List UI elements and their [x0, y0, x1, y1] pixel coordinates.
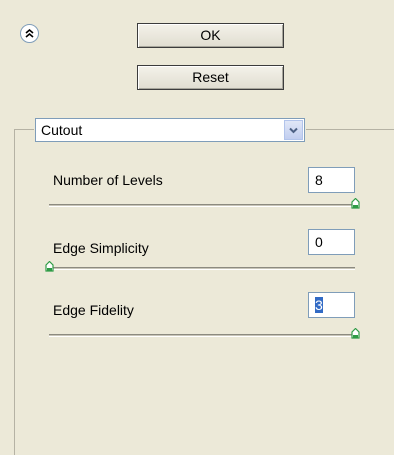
collapse-button[interactable]	[20, 24, 39, 43]
group-border	[306, 129, 394, 130]
group-border	[14, 129, 34, 130]
edge-simplicity-slider[interactable]	[49, 267, 355, 270]
number-of-levels-slider-thumb[interactable]	[350, 198, 360, 209]
number-of-levels-slider[interactable]	[49, 204, 355, 207]
reset-button[interactable]: Reset	[137, 65, 284, 90]
number-of-levels-field[interactable]: 8	[308, 167, 355, 193]
group-border	[14, 129, 15, 455]
filter-select-value: Cutout	[41, 122, 83, 138]
edge-fidelity-value: 3	[315, 297, 323, 313]
edge-simplicity-slider-thumb[interactable]	[44, 261, 54, 272]
chevron-down-icon	[289, 127, 298, 133]
edge-fidelity-slider[interactable]	[49, 334, 355, 337]
number-of-levels-label: Number of Levels	[53, 172, 163, 188]
edge-simplicity-field[interactable]: 0	[308, 229, 355, 255]
edge-fidelity-label: Edge Fidelity	[53, 302, 134, 318]
edge-simplicity-label: Edge Simplicity	[53, 240, 149, 256]
ok-button[interactable]: OK	[137, 23, 284, 48]
edge-fidelity-slider-thumb[interactable]	[350, 328, 360, 339]
double-chevron-up-icon	[25, 28, 34, 38]
dropdown-arrow[interactable]	[284, 120, 303, 140]
filter-select[interactable]: Cutout	[35, 118, 305, 142]
edge-fidelity-field[interactable]: 3	[308, 292, 355, 318]
